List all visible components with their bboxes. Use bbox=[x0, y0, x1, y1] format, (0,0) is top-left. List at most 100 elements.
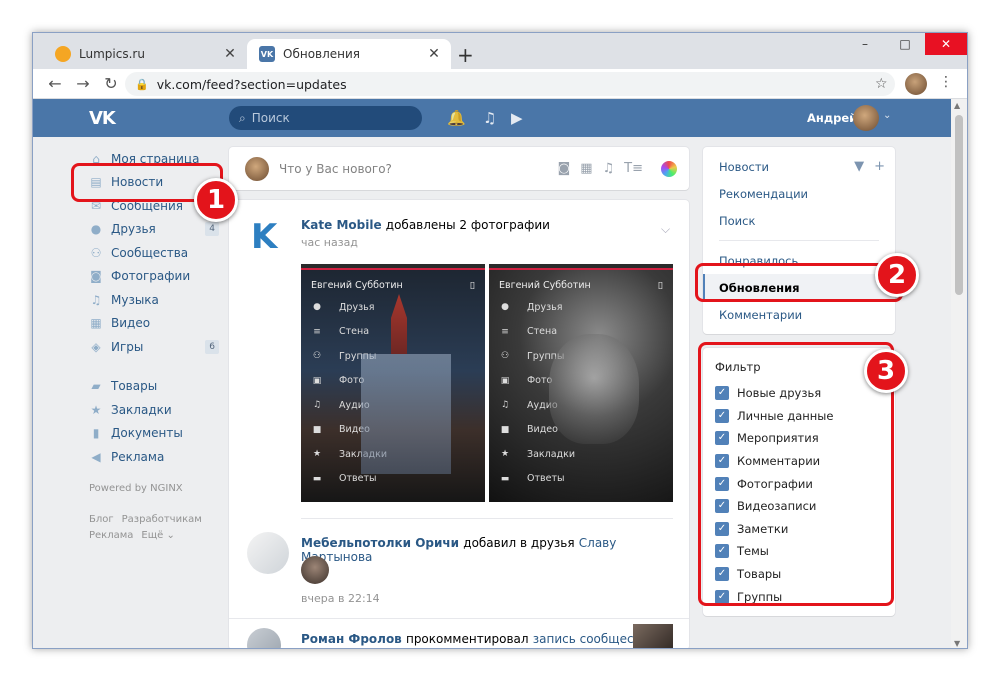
tab-close-icon[interactable]: ✕ bbox=[425, 46, 443, 62]
menu-item-friends[interactable]: ● Друзья 4 bbox=[89, 218, 219, 242]
photo-2[interactable]: Евгений Субботин ▯ ● Друзья ≡ Стена ⚇ Группы… bbox=[489, 264, 673, 502]
reload-icon[interactable]: ↻ bbox=[101, 74, 121, 93]
video-play-icon[interactable]: ▶ bbox=[511, 109, 523, 127]
image-icon: ▣ bbox=[500, 375, 510, 386]
page-scrollbar[interactable]: ▲ ▼ bbox=[951, 99, 967, 648]
video-icon: ■ bbox=[500, 424, 510, 435]
tab-bar: Lumpics.ru ✕ VK Обновления ✕ + – □ ✕ bbox=[33, 33, 967, 69]
maximize-button[interactable]: □ bbox=[885, 33, 925, 55]
url-field[interactable]: 🔒 vk.com/feed?section=updates bbox=[125, 72, 895, 96]
search-placeholder: Поиск bbox=[251, 111, 290, 125]
bell-icon[interactable]: 🔔 bbox=[447, 109, 466, 127]
menu-item-video[interactable]: ▦ Видео bbox=[89, 312, 219, 336]
author-link[interactable]: Мебельпотолки Оричи bbox=[301, 536, 459, 550]
footer-link-dev[interactable]: Разработчикам bbox=[122, 514, 202, 525]
menu-label: Документы bbox=[111, 426, 183, 441]
filter-icon[interactable]: ▼ bbox=[854, 159, 864, 174]
reply-icon: ▬ bbox=[500, 473, 510, 484]
step-badge-1: 1 bbox=[194, 178, 238, 222]
menu-item-communities[interactable]: ⚇ Сообщества bbox=[89, 241, 219, 265]
footer-links: Блог Разработчикам Реклама Ещё ⌄ bbox=[89, 512, 219, 544]
step-badge-2: 2 bbox=[875, 253, 919, 297]
palette-icon[interactable] bbox=[661, 160, 677, 177]
chevron-down-icon[interactable]: ⌄ bbox=[883, 110, 891, 121]
photo-1[interactable]: Евгений Субботин ▯ ● Друзья ≡ Стена ⚇ Группы… bbox=[301, 264, 485, 502]
post-composer[interactable]: Что у Вас нового? ◙ ▦ ♫ T≡ bbox=[229, 147, 689, 190]
post-time[interactable]: час назад bbox=[301, 236, 358, 249]
close-window-button[interactable]: ✕ bbox=[925, 33, 967, 55]
camera-icon[interactable]: ◙ bbox=[558, 161, 571, 177]
back-icon[interactable]: ← bbox=[45, 74, 65, 93]
forward-icon[interactable]: → bbox=[73, 74, 93, 93]
vk-favicon-icon: VK bbox=[259, 46, 275, 62]
new-tab-button[interactable]: + bbox=[457, 43, 474, 67]
footer-link-blog[interactable]: Блог bbox=[89, 514, 114, 525]
bookmark-star-icon[interactable]: ☆ bbox=[875, 76, 888, 92]
menu-item-ads[interactable]: ◀ Реклама bbox=[89, 445, 219, 469]
music-icon[interactable]: ♫ bbox=[483, 109, 496, 127]
menu-item-bookmarks[interactable]: ★ Закладки bbox=[89, 398, 219, 422]
group-icon: ⚇ bbox=[500, 351, 510, 362]
avatar[interactable] bbox=[247, 532, 289, 574]
scroll-up-icon[interactable]: ▲ bbox=[954, 101, 960, 110]
film-icon[interactable]: ▦ bbox=[580, 161, 592, 177]
chevron-down-icon[interactable]: ⌵ bbox=[661, 222, 670, 237]
browser-menu-icon[interactable]: ⋮ bbox=[939, 74, 953, 90]
video-icon: ■ bbox=[312, 424, 322, 435]
feed-column: Что у Вас нового? ◙ ▦ ♫ T≡ K Kate Mobile… bbox=[229, 147, 689, 648]
author-link[interactable]: Kate Mobile bbox=[301, 218, 382, 232]
gamepad-icon: ◈ bbox=[91, 339, 101, 354]
wall-icon: ≡ bbox=[501, 326, 509, 337]
user-avatar[interactable] bbox=[853, 105, 879, 131]
post-thumbnail[interactable] bbox=[633, 624, 673, 648]
menu-label: Видео bbox=[111, 316, 151, 331]
scroll-down-icon[interactable]: ▼ bbox=[954, 639, 960, 648]
menu-label: Друзья bbox=[111, 222, 156, 237]
music-icon[interactable]: ♫ bbox=[603, 161, 615, 177]
menu-label: Товары bbox=[111, 379, 158, 394]
post-action: прокомментировал bbox=[405, 632, 529, 646]
document-icon: ▮ bbox=[92, 426, 100, 441]
search-input[interactable]: ⌕ Поиск bbox=[229, 106, 422, 130]
rnav-comments[interactable]: Комментарии bbox=[703, 301, 895, 328]
rnav-search[interactable]: Поиск bbox=[703, 207, 895, 234]
author-link[interactable]: Роман Фролов bbox=[301, 632, 402, 646]
menu-item-music[interactable]: ♫ Музыка bbox=[89, 288, 219, 312]
menu-label: Музыка bbox=[111, 292, 159, 307]
photo-menu-name: Евгений Субботин ▯ bbox=[311, 280, 475, 291]
powered-by: Powered by NGINX bbox=[89, 482, 183, 494]
rnav-news[interactable]: Новости ▼ + bbox=[703, 153, 895, 180]
skull-shape bbox=[549, 334, 639, 444]
menu-item-games[interactable]: ◈ Игры 6 bbox=[89, 335, 219, 359]
phone-icon: ▯ bbox=[469, 280, 475, 291]
tab-updates[interactable]: VK Обновления ✕ bbox=[247, 39, 451, 69]
address-bar: ← → ↻ 🔒 vk.com/feed?section=updates ☆ ⋮ bbox=[33, 69, 967, 99]
vk-logo[interactable]: VK bbox=[89, 108, 116, 129]
footer-link-more[interactable]: Ещё ⌄ bbox=[141, 530, 174, 541]
menu-item-photos[interactable]: ◙ Фотографии bbox=[89, 265, 219, 289]
rnav-recommendations[interactable]: Рекомендации bbox=[703, 180, 895, 207]
tab-close-icon[interactable]: ✕ bbox=[221, 46, 239, 62]
post-time[interactable]: вчера в 22:14 bbox=[301, 592, 380, 605]
minimize-button[interactable]: – bbox=[845, 33, 885, 55]
menu-item-documents[interactable]: ▮ Документы bbox=[89, 422, 219, 446]
footer-link-ads[interactable]: Реклама bbox=[89, 530, 133, 541]
profile-avatar[interactable] bbox=[905, 73, 927, 95]
friends-icon: ● bbox=[90, 222, 102, 237]
phone-icon: ▯ bbox=[657, 280, 663, 291]
composer-placeholder[interactable]: Что у Вас нового? bbox=[279, 162, 558, 176]
megaphone-icon: ◀ bbox=[91, 449, 101, 464]
music-icon: ♫ bbox=[312, 400, 322, 411]
games-count-badge: 6 bbox=[205, 339, 219, 354]
user-name[interactable]: Андрей bbox=[807, 111, 857, 125]
kate-mobile-logo-icon[interactable]: K bbox=[251, 220, 285, 254]
tab-lumpics[interactable]: Lumpics.ru ✕ bbox=[43, 39, 247, 69]
avatar[interactable] bbox=[301, 556, 329, 584]
avatar[interactable] bbox=[247, 628, 281, 648]
scrollbar-thumb[interactable] bbox=[955, 115, 963, 295]
text-format-icon[interactable]: T≡ bbox=[624, 161, 643, 177]
menu-item-goods[interactable]: ▰ Товары bbox=[89, 375, 219, 399]
url-text: vk.com/feed?section=updates bbox=[156, 76, 347, 92]
photo-menu-row: ▬ Ответы bbox=[500, 473, 565, 485]
plus-icon[interactable]: + bbox=[874, 159, 885, 174]
